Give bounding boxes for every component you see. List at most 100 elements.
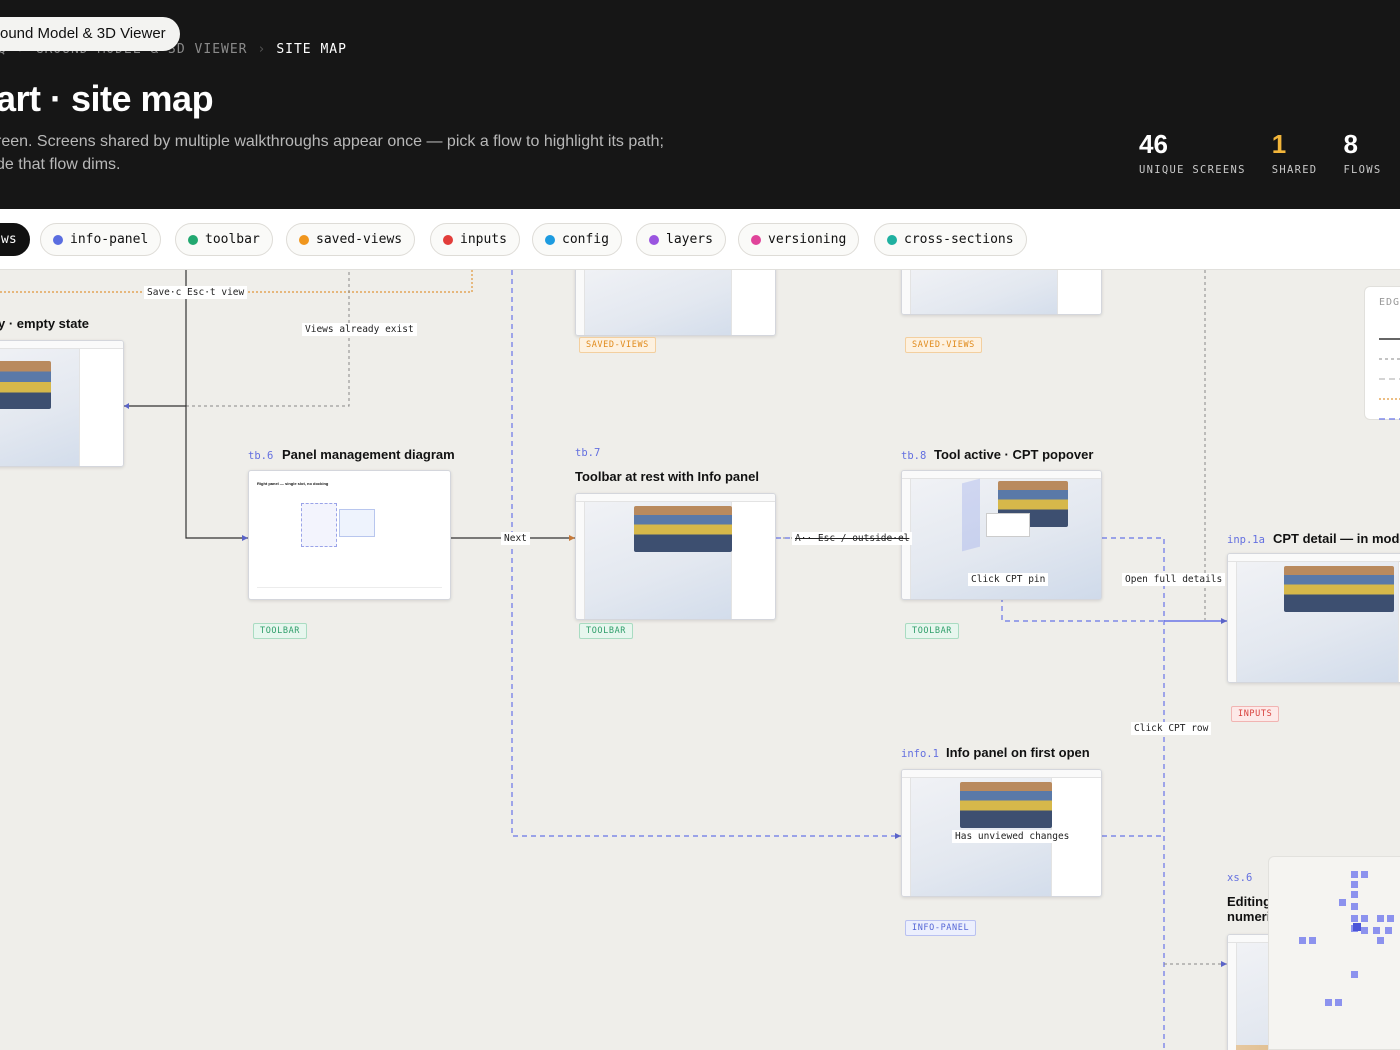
cpt-popover <box>986 513 1030 537</box>
mini-node <box>1325 999 1332 1006</box>
dot-icon <box>299 234 309 245</box>
dot-icon <box>545 234 555 245</box>
stat-unique-screens: 46 UNIQUE SCREENS <box>1139 129 1246 176</box>
mini-node <box>1387 915 1394 922</box>
node-id-inp1a: inp.1a <box>1227 534 1265 546</box>
stat-shared: 1 SHARED <box>1271 129 1318 176</box>
diagram-slot <box>301 503 337 547</box>
mini-node <box>1377 915 1384 922</box>
flow-tag-inputs: INPUTS <box>1231 706 1280 722</box>
flow-filter-bar: ws info-panel toolbar saved-views inputs… <box>0 209 1400 270</box>
layer-block-icon <box>1284 566 1394 612</box>
layer-block-icon <box>960 782 1052 828</box>
node-title-inp1a: CPT detail — in mode <box>1273 531 1400 546</box>
arrow-empty-out <box>124 403 129 409</box>
filter-layers[interactable]: layers <box>636 223 726 256</box>
mini-node <box>1373 927 1380 934</box>
node-title-tb7: Toolbar at rest with Info panel <box>575 469 759 484</box>
dot-icon <box>53 234 63 245</box>
node-title-tb8: Tool active · CPT popover <box>934 447 1094 462</box>
node-title-empty-state: y · empty state <box>0 316 90 331</box>
hover-tooltip: ound Model & 3D Viewer <box>0 17 180 51</box>
filter-inputs[interactable]: inputs <box>430 223 520 256</box>
filter-config[interactable]: config <box>532 223 622 256</box>
filter-all-flows[interactable]: ws <box>0 223 30 256</box>
edge-label-esc-outside: A·· Esc / outside·el <box>792 532 913 545</box>
dot-icon <box>887 234 897 245</box>
flow-tag-toolbar: TOOLBAR <box>579 623 634 639</box>
dot-icon <box>188 234 198 245</box>
page-title: art · site map <box>0 78 214 119</box>
diagram-panel <box>339 509 375 537</box>
mini-node <box>1351 881 1358 888</box>
filter-info-panel[interactable]: info-panel <box>40 223 162 256</box>
edge-label-open-full: Open full details <box>1122 573 1226 586</box>
diagram-divider <box>257 587 442 588</box>
breadcrumb-current: SITE MAP <box>276 42 347 57</box>
stat-flows: 8 FLOWS <box>1343 129 1382 176</box>
description-line-2: de that flow dims. <box>0 156 121 173</box>
page-header: Q›GROUND MODEL & 3D VIEWER›SITE MAP ound… <box>0 0 1400 209</box>
edge-label-save-esc: Save·c Esc·t view <box>144 286 248 299</box>
dot-icon <box>751 234 761 245</box>
screen-thumb-empty-state[interactable] <box>0 340 124 467</box>
node-id-info1: info.1 <box>901 748 939 760</box>
edge-label-next: Next <box>501 532 530 545</box>
mini-active-node <box>1353 923 1361 931</box>
mini-node <box>1361 927 1368 934</box>
node-title-tb6: Panel management diagram <box>282 447 455 462</box>
page-description: reen. Screens shared by multiple walkthr… <box>0 130 716 176</box>
filter-saved-views[interactable]: saved-views <box>286 223 416 256</box>
edge-label-click-pin: Click CPT pin <box>968 573 1049 586</box>
screen-thumb-inp1a[interactable] <box>1227 553 1400 683</box>
node-id-tb6: tb.6 <box>248 450 274 462</box>
dot-icon <box>443 234 453 245</box>
minimap-graphic <box>1299 871 1394 1006</box>
mini-node <box>1335 999 1342 1006</box>
node-id-tb7: tb.7 <box>575 447 601 459</box>
edge-label-unviewed: Has unviewed changes <box>952 830 1073 843</box>
flow-tag-toolbar: TOOLBAR <box>253 623 308 639</box>
mini-node <box>1339 899 1346 906</box>
layer-block-icon <box>634 506 732 552</box>
edge-empty-to-tb6 <box>124 405 248 539</box>
filter-cross-sections[interactable]: cross-sections <box>874 223 1027 256</box>
dot-icon <box>649 234 659 245</box>
filter-toolbar[interactable]: toolbar <box>175 223 273 256</box>
thumb-inner-title: Right panel — single slot, no docking <box>257 481 329 486</box>
flow-tag-info-panel: INFO-PANEL <box>905 920 977 936</box>
edge-layer <box>0 270 1227 1050</box>
flow-tag-saved-views: SAVED-VIEWS <box>579 337 656 353</box>
node-title-xs6: Editing numeri <box>1227 894 1272 924</box>
flow-tag-saved-views: SAVED-VIEWS <box>905 337 982 353</box>
screen-thumb-tb6[interactable]: Right panel — single slot, no docking <box>248 470 451 600</box>
node-id-tb8: tb.8 <box>901 450 927 462</box>
mini-node <box>1361 915 1368 922</box>
screen-thumb-saved-b[interactable] <box>901 270 1102 315</box>
screen-thumb-tb7[interactable] <box>575 493 776 620</box>
mini-node <box>1377 937 1384 944</box>
legend-lines <box>1379 338 1400 420</box>
layer-block-icon <box>0 361 51 409</box>
edge-legend: EDG <box>1364 286 1400 420</box>
section-plane <box>962 478 980 552</box>
mini-node <box>1351 971 1358 978</box>
edge-label-click-row: Click CPT row <box>1131 722 1212 735</box>
mini-node <box>1351 915 1358 922</box>
mini-node <box>1361 871 1368 878</box>
edge-label-views-exist: Views already exist <box>302 323 417 336</box>
node-id-xs6: xs.6 <box>1227 872 1253 884</box>
mini-node <box>1351 871 1358 878</box>
minimap[interactable] <box>1268 856 1400 1050</box>
screen-thumb-saved-a[interactable] <box>575 270 776 336</box>
description-line-1: reen. Screens shared by multiple walkthr… <box>0 133 664 150</box>
mini-node <box>1351 891 1358 898</box>
mini-node <box>1309 937 1316 944</box>
site-map-canvas[interactable]: y · empty state tb.6 Panel management di… <box>0 270 1400 1050</box>
node-title-info1: Info panel on first open <box>946 745 1090 760</box>
filter-versioning[interactable]: versioning <box>738 223 860 256</box>
mini-node <box>1299 937 1306 944</box>
mini-node <box>1385 927 1392 934</box>
flow-tag-toolbar: TOOLBAR <box>905 623 960 639</box>
edge-open-full <box>1102 537 1165 1050</box>
